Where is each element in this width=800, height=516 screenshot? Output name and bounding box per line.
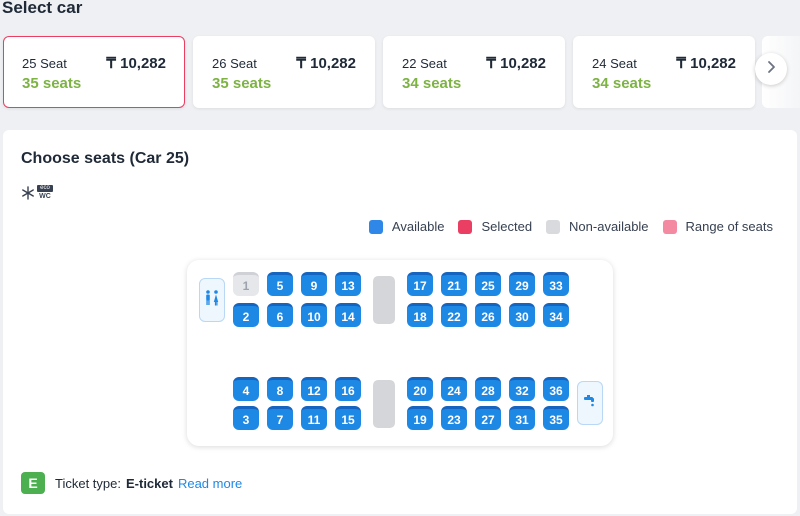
seat-35[interactable]: 35 [543,406,569,430]
next-car-button[interactable] [755,53,787,85]
car-card[interactable]: 26 Seat ₸ 10,282 35 seats [193,36,375,108]
snowflake-icon [21,186,35,205]
legend-swatch [662,219,677,234]
seat-34[interactable]: 34 [543,303,569,327]
legend-item: Range of seats [662,219,773,234]
car-name: 24 Seat [592,56,637,71]
seat-25[interactable]: 25 [475,272,501,296]
table-upper [373,276,395,324]
seat-21[interactable]: 21 [441,272,467,296]
car-selector: 25 Seat ₸ 10,282 35 seats 26 Seat ₸ 10,282 35… [0,36,800,108]
seat-5[interactable]: 5 [267,272,293,296]
seat-13[interactable]: 13 [335,272,361,296]
seat-26[interactable]: 26 [475,303,501,327]
panel-title: Choose seats (Car 25) [21,150,190,167]
car-name: 22 Seat [402,56,447,71]
seat-28[interactable]: 28 [475,377,501,401]
car-card[interactable]: 25 Seat ₸ 10,282 35 seats [3,36,185,108]
ticket-label: Ticket type: [55,475,121,491]
seat-19[interactable]: 19 [407,406,433,430]
legend-swatch [458,219,473,234]
seat-17[interactable]: 17 [407,272,433,296]
car-seats: 35 seats [22,75,82,92]
seat-16[interactable]: 16 [335,377,361,401]
car-card[interactable]: 24 Seat ₸ 10,282 34 seats [573,36,755,108]
legend-item: Available [368,219,445,234]
legend-label: Selected [481,219,533,234]
water-facility [577,381,603,425]
seat-20[interactable]: 20 [407,377,433,401]
car-price: ₸ 10,282 [676,55,736,72]
car-seats: 35 seats [212,75,272,92]
chevron-right-icon [765,60,777,79]
seat-27[interactable]: 27 [475,406,501,430]
eco-wc-icon: eco WC [37,185,53,201]
car-price: ₸ 10,282 [296,55,356,72]
seat-8[interactable]: 8 [267,377,293,401]
e-ticket-badge: E [21,472,45,494]
seat-6[interactable]: 6 [267,303,293,327]
seat-1: 1 [233,272,259,296]
seat-15[interactable]: 15 [335,406,361,430]
table-lower [373,380,395,428]
seat-14[interactable]: 14 [335,303,361,327]
car-seats: 34 seats [592,75,652,92]
wc-label: WC [39,193,51,200]
seat-7[interactable]: 7 [267,406,293,430]
seat-4[interactable]: 4 [233,377,259,401]
seat-2[interactable]: 2 [233,303,259,327]
ticket-type-value: E-ticket [125,475,173,491]
seat-11[interactable]: 11 [301,406,327,430]
seat-30[interactable]: 30 [509,303,535,327]
seat-23[interactable]: 23 [441,406,467,430]
seat-29[interactable]: 29 [509,272,535,296]
legend-label: Range of seats [685,219,773,234]
ticket-type: E Ticket type: E-ticket Read more [21,472,242,494]
water-tap-icon [582,393,598,414]
seat-18[interactable]: 18 [407,303,433,327]
legend-label: Available [391,219,445,234]
car-seats: 34 seats [402,75,462,92]
coach-seat-map: 1 5 9 13 17 21 25 29 33 2 6 10 14 18 22 26 30 34 4 8 12 16 20 2… [187,260,613,446]
legend-swatch [368,219,383,234]
legend-swatch [546,219,561,234]
car-name: 25 Seat [22,56,67,71]
toilet-facility [199,278,225,322]
seat-24[interactable]: 24 [441,377,467,401]
seat-22[interactable]: 22 [441,303,467,327]
car-price: ₸ 10,282 [106,55,166,72]
seat-10[interactable]: 10 [301,303,327,327]
toilet-icon [204,289,220,312]
read-more-link[interactable]: Read more [178,476,242,491]
seat-33[interactable]: 33 [543,272,569,296]
car-name: 26 Seat [212,56,257,71]
legend-item: Non-available [546,219,649,234]
legend-label: Non-available [569,219,649,234]
eco-label: eco [37,185,53,192]
legend-item: Selected [458,219,532,234]
seat-32[interactable]: 32 [509,377,535,401]
seat-3[interactable]: 3 [233,406,259,430]
seat-selection-panel: Choose seats (Car 25) eco WC Available Se… [3,130,797,514]
seat-9[interactable]: 9 [301,272,327,296]
seat-12[interactable]: 12 [301,377,327,401]
seat-31[interactable]: 31 [509,406,535,430]
seat-legend: Available Selected Non-available Range of s… [355,219,773,234]
car-card[interactable]: 22 Seat ₸ 10,282 34 seats [383,36,565,108]
car-price: ₸ 10,282 [486,55,546,72]
seat-36[interactable]: 36 [543,377,569,401]
section-title: Select car [2,0,83,17]
